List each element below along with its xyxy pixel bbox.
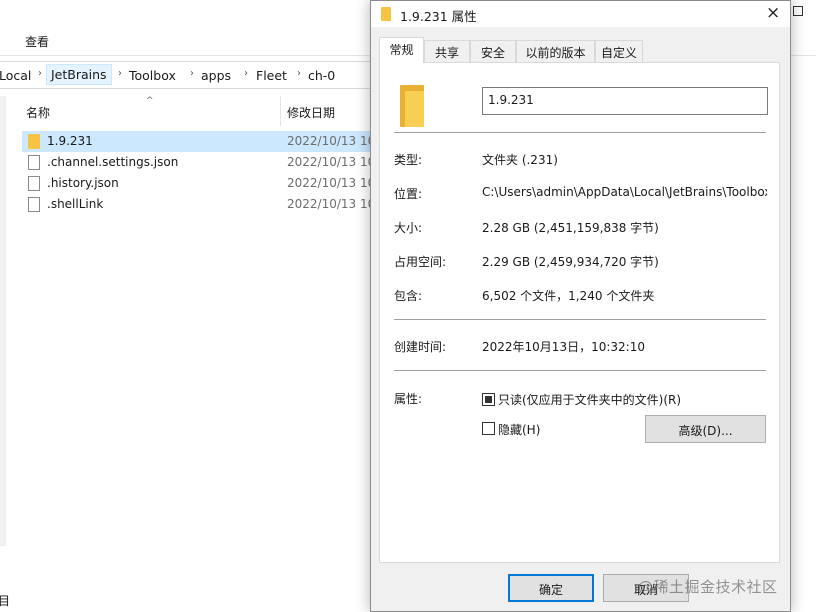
chevron-right-icon: ›	[38, 68, 42, 79]
general-panel: 1.9.231 类型: 文件夹 (.231) 位置: C:\Users\admi…	[379, 62, 780, 563]
tab-strip: 常规 共享 安全 以前的版本 自定义	[379, 37, 779, 63]
created-value: 2022年10月13日，10:32:10	[482, 340, 645, 354]
file-row[interactable]: .history.json 2022/10/13 10	[22, 173, 382, 194]
created-label: 创建时间:	[394, 340, 447, 354]
breadcrumb-apps[interactable]: apps	[201, 68, 231, 83]
file-date: 2022/10/13 10	[287, 176, 376, 190]
disk-size-value: 2.29 GB (2,459,934,720 字节)	[482, 255, 659, 269]
column-name[interactable]: 名称	[26, 104, 50, 121]
tab-previous-versions[interactable]: 以前的版本	[516, 40, 595, 62]
chevron-right-icon: ›	[244, 68, 248, 79]
checkbox-icon	[793, 6, 803, 16]
navigation-pane-edge	[0, 96, 6, 546]
column-divider[interactable]	[280, 96, 281, 126]
size-value: 2.28 GB (2,451,159,838 字节)	[482, 221, 659, 235]
tab-sharing[interactable]: 共享	[424, 40, 470, 62]
contains-value: 6,502 个文件，1,240 个文件夹	[482, 289, 655, 303]
file-name: .channel.settings.json	[47, 155, 179, 169]
address-bar[interactable]: Local › JetBrains › Toolbox › apps › Fle…	[0, 61, 400, 89]
tab-customize[interactable]: 自定义	[595, 40, 643, 62]
file-name: .history.json	[47, 176, 119, 190]
tab-general[interactable]: 常规	[379, 37, 424, 63]
file-date: 2022/10/13 10	[287, 134, 376, 148]
file-row[interactable]: 1.9.231 2022/10/13 10	[22, 131, 382, 152]
dialog-title: 1.9.231 属性	[400, 9, 477, 24]
status-bar-text: 目	[0, 594, 11, 608]
file-name: .shellLink	[47, 197, 104, 211]
properties-dialog: 1.9.231 属性 × 常规 共享 安全 以前的版本 自定义 1.9.231 …	[370, 0, 791, 612]
watermark: @稀土掘金技术社区	[638, 578, 778, 596]
tab-security[interactable]: 安全	[470, 40, 516, 62]
chevron-right-icon: ›	[297, 68, 301, 79]
disk-size-label: 占用空间:	[394, 255, 447, 269]
folder-icon	[28, 134, 40, 149]
file-row[interactable]: .channel.settings.json 2022/10/13 10	[22, 152, 382, 173]
chevron-right-icon: ›	[118, 68, 122, 79]
breadcrumb-local[interactable]: Local	[0, 68, 31, 83]
breadcrumb-jetbrains[interactable]: JetBrains	[46, 64, 112, 85]
contains-label: 包含:	[394, 289, 423, 303]
close-button[interactable]: ×	[766, 3, 780, 23]
readonly-checkbox[interactable]	[482, 393, 495, 406]
location-value[interactable]: C:\Users\admin\AppData\Local\JetBrains\T…	[482, 185, 767, 199]
ok-button[interactable]: 确定	[508, 574, 594, 602]
file-date: 2022/10/13 10	[287, 155, 376, 169]
column-modified[interactable]: 修改日期	[287, 104, 335, 121]
dialog-titlebar[interactable]: 1.9.231 属性 ×	[371, 1, 790, 27]
breadcrumb-toolbox[interactable]: Toolbox	[129, 68, 176, 83]
ribbon-tab-view[interactable]: 查看	[25, 33, 49, 50]
divider	[394, 370, 766, 371]
json-file-icon	[28, 176, 40, 191]
chevron-right-icon: ›	[190, 68, 194, 79]
attributes-label: 属性:	[394, 392, 423, 406]
divider	[394, 319, 766, 320]
hidden-label[interactable]: 隐藏(H)	[498, 421, 540, 438]
hidden-checkbox[interactable]	[482, 422, 495, 435]
folder-name-input[interactable]: 1.9.231	[482, 87, 768, 115]
file-row[interactable]: .shellLink 2022/10/13 10	[22, 194, 382, 215]
sort-up-icon: ^	[146, 96, 154, 106]
breadcrumb-ch-0[interactable]: ch-0	[308, 68, 335, 83]
type-label: 类型:	[394, 153, 423, 167]
file-name: 1.9.231	[47, 134, 93, 148]
size-label: 大小:	[394, 221, 423, 235]
breadcrumb-fleet[interactable]: Fleet	[256, 68, 287, 83]
file-list-header: ^ 名称 修改日期	[0, 96, 400, 126]
folder-icon	[400, 85, 424, 127]
file-date: 2022/10/13 10	[287, 197, 376, 211]
file-icon	[28, 197, 40, 212]
readonly-label[interactable]: 只读(仅应用于文件夹中的文件)(R)	[498, 391, 681, 408]
location-label: 位置:	[394, 187, 423, 201]
advanced-button[interactable]: 高级(D)...	[645, 415, 766, 443]
type-value: 文件夹 (.231)	[482, 153, 558, 167]
json-file-icon	[28, 155, 40, 170]
folder-icon	[381, 7, 391, 21]
divider	[394, 132, 766, 133]
